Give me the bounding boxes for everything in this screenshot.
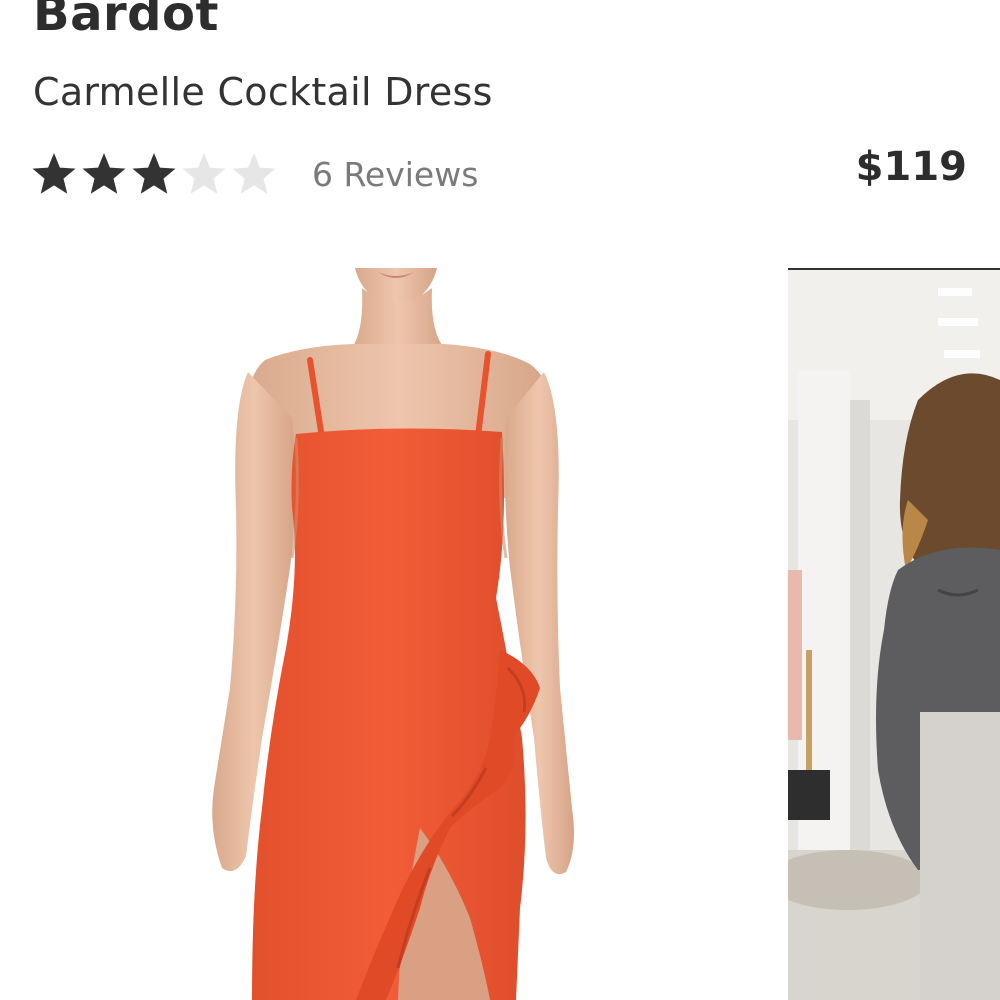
store-model-photo[interactable] <box>788 268 1000 1000</box>
product-image-gallery[interactable] <box>0 268 1000 1000</box>
rating-row: 6 Reviews <box>30 148 478 200</box>
brand-name[interactable]: Bardot <box>33 0 219 44</box>
star-rating[interactable] <box>30 150 278 198</box>
store-scene-illustration <box>788 270 1000 1000</box>
product-price: $119 <box>855 144 967 190</box>
orange-dress-photo[interactable] <box>0 268 760 1000</box>
star-filled-icon <box>82 153 126 194</box>
reviews-link[interactable]: 6 Reviews <box>312 155 478 194</box>
star-empty-icon <box>232 153 276 194</box>
product-page: Bardot Carmelle Cocktail Dress 6 Reviews… <box>0 0 1000 1000</box>
star-filled-icon <box>132 153 176 194</box>
star-empty-icon <box>182 153 226 194</box>
product-title: Carmelle Cocktail Dress <box>33 70 493 114</box>
star-filled-icon <box>32 153 76 194</box>
orange-dress-illustration <box>212 268 574 1000</box>
